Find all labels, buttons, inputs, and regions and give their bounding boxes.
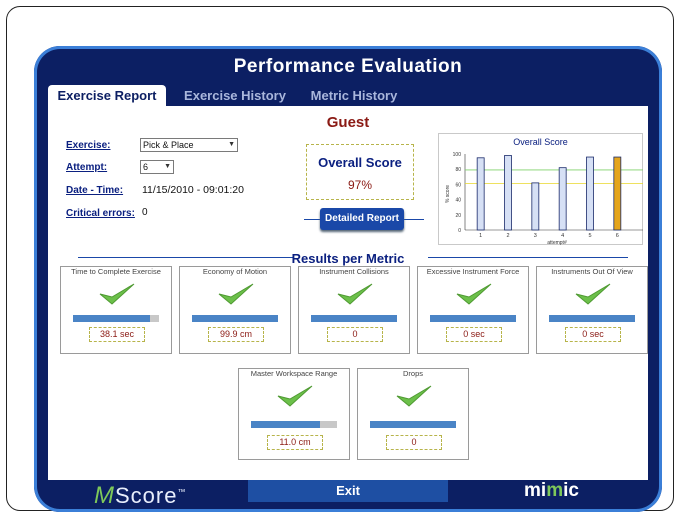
- app-window: Performance Evaluation Exercise Report E…: [34, 46, 662, 512]
- metric-progress-fill: [311, 315, 397, 322]
- report-panel: Guest Exercise: Pick & Place ▼ Attempt: …: [48, 106, 648, 480]
- metric-value: 0 sec: [446, 327, 502, 342]
- metric-label: Instrument Collisions: [299, 261, 409, 279]
- checkmark-icon: [218, 283, 254, 305]
- chart-bar: [558, 167, 567, 231]
- y-tick-label: 60: [455, 182, 461, 188]
- footer-bar: MScore™ Exit mimic: [34, 480, 662, 512]
- x-axis-label: attempt#: [547, 240, 567, 246]
- attempt-label: Attempt:: [66, 162, 108, 173]
- checkmark-icon: [277, 385, 313, 407]
- checkmark-icon: [337, 283, 373, 305]
- x-tick-label: 5: [588, 233, 591, 239]
- metric-progress-bar: [370, 421, 456, 428]
- metric-label-text: Master Workspace Range: [248, 369, 340, 378]
- metric-value: 11.0 cm: [267, 435, 323, 450]
- metric-progress-bar: [549, 315, 635, 322]
- metric-value: 99.9 cm: [208, 327, 264, 342]
- checkmark-icon: [575, 283, 611, 305]
- y-tick-label: 80: [455, 167, 461, 173]
- datetime-value: 11/15/2010 - 09:01:20: [142, 184, 244, 196]
- y-tick-label: 40: [455, 198, 461, 204]
- metric-progress-fill: [370, 421, 456, 428]
- metric-card: Economy of Motion 99.9 cm: [179, 266, 291, 354]
- metric-card: Instrument Collisions 0: [298, 266, 410, 354]
- metric-label-text: Drops: [400, 369, 425, 378]
- metric-value: 0: [386, 435, 442, 450]
- x-tick-label: 4: [561, 233, 564, 239]
- metric-card: Drops 0: [357, 368, 469, 460]
- metric-progress-bar: [73, 315, 159, 322]
- metric-value: 0: [327, 327, 383, 342]
- checkmark-icon: [99, 283, 135, 305]
- chart-bar: [531, 182, 540, 231]
- attempt-select[interactable]: 6 ▼: [140, 160, 174, 174]
- chart-plot: 0 20 40 60 80 100 1 2 3 4 5 6 attempt# % score: [445, 152, 643, 246]
- chevron-down-icon: ▼: [228, 141, 235, 148]
- metric-label: Master Workspace Range: [239, 363, 349, 381]
- user-name: Guest: [326, 114, 370, 131]
- metric-card: Time to Complete Exercise 38.1 sec: [60, 266, 172, 354]
- overall-score-value: 97%: [347, 178, 373, 192]
- x-tick-label: 2: [506, 233, 509, 239]
- metric-value: 0 sec: [565, 327, 621, 342]
- metric-progress-bar: [430, 315, 516, 322]
- metric-label: Drops: [358, 363, 468, 381]
- tab-metric-history[interactable]: Metric History: [300, 85, 408, 106]
- metric-label: Economy of Motion: [180, 261, 290, 279]
- exercise-select[interactable]: Pick & Place ▼: [140, 138, 238, 152]
- window-title: Performance Evaluation: [233, 56, 463, 77]
- mimic-logo: mimic: [524, 480, 579, 501]
- x-tick-label: 6: [616, 233, 619, 239]
- x-tick-label: 1: [479, 233, 482, 239]
- metric-card: Master Workspace Range 11.0 cm: [238, 368, 350, 460]
- metric-progress-fill: [549, 315, 635, 322]
- y-axis-label: % score: [445, 185, 451, 203]
- chart-bar: [586, 156, 594, 231]
- metric-progress-bar: [311, 315, 397, 322]
- y-tick-label: 20: [455, 213, 461, 219]
- y-tick-label: 0: [458, 228, 461, 234]
- y-tick-label: 100: [453, 152, 462, 158]
- metric-label: Instruments Out Of View: [537, 261, 647, 279]
- metric-label-text: Economy of Motion: [200, 267, 270, 276]
- exercise-select-value: Pick & Place: [143, 140, 194, 150]
- metric-label: Excessive Instrument Force: [418, 261, 528, 279]
- tab-exercise-report[interactable]: Exercise Report: [48, 85, 166, 106]
- tab-exercise-history[interactable]: Exercise History: [176, 85, 294, 106]
- metric-label-text: Instrument Collisions: [317, 267, 391, 276]
- critical-errors-value: 0: [142, 207, 148, 218]
- metric-label-text: Excessive Instrument Force: [424, 267, 522, 276]
- metric-label-text: Time to Complete Exercise: [69, 267, 163, 276]
- overall-score-chart: Overall Score 0 20 40 60 80 100 1 2 3 4 5 6 attempt#…: [438, 133, 643, 246]
- metric-progress-fill: [192, 315, 278, 322]
- metric-progress-bar: [251, 421, 337, 428]
- mscore-logo: MScore™: [94, 482, 187, 509]
- metric-progress-fill: [73, 315, 151, 322]
- x-tick-label: 3: [534, 233, 537, 239]
- metric-card: Instruments Out Of View 0 sec: [536, 266, 648, 354]
- chevron-down-icon: ▼: [164, 163, 171, 170]
- overall-score-box: Overall Score 97%: [306, 144, 414, 200]
- detailed-report-button[interactable]: Detailed Report: [320, 208, 404, 230]
- checkmark-icon: [396, 385, 432, 407]
- metric-progress-fill: [251, 421, 320, 428]
- metric-value: 38.1 sec: [89, 327, 145, 342]
- chart-bar: [504, 155, 512, 231]
- metric-label-text: Instruments Out Of View: [549, 267, 635, 276]
- exit-button[interactable]: Exit: [248, 480, 448, 502]
- overall-score-title: Overall Score: [318, 155, 402, 170]
- metric-label: Time to Complete Exercise: [61, 261, 171, 279]
- metric-progress-fill: [430, 315, 516, 322]
- datetime-label: Date - Time:: [66, 185, 124, 196]
- checkmark-icon: [456, 283, 492, 305]
- critical-errors-label: Critical errors:: [66, 208, 135, 219]
- exercise-label: Exercise:: [66, 140, 111, 151]
- chart-bar: [476, 157, 485, 231]
- chart-bar: [613, 156, 622, 231]
- metric-progress-bar: [192, 315, 278, 322]
- metric-card: Excessive Instrument Force 0 sec: [417, 266, 529, 354]
- attempt-select-value: 6: [143, 162, 149, 172]
